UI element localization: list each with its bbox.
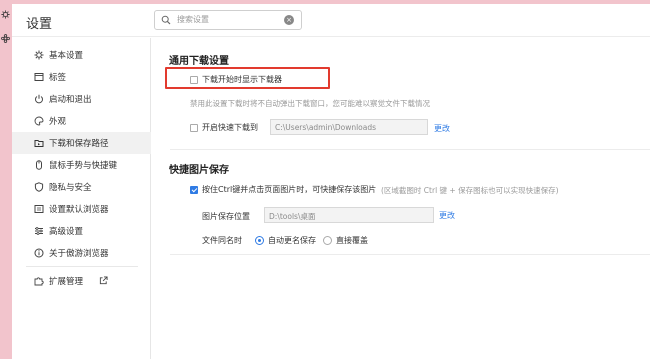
quick-download-change-link[interactable]: 更改 xyxy=(434,123,450,134)
sidebar-item-label: 标签 xyxy=(49,73,67,83)
puzzle-icon xyxy=(34,277,44,286)
image-location-change-link[interactable]: 更改 xyxy=(439,210,455,221)
section-separator xyxy=(170,254,650,255)
download-section-title: 通用下载设置 xyxy=(169,56,229,67)
overwrite-radio[interactable] xyxy=(323,236,332,245)
external-link-icon xyxy=(99,276,108,285)
clear-search-icon[interactable]: × xyxy=(284,15,294,25)
palette-icon xyxy=(34,116,44,126)
info-icon xyxy=(34,248,44,258)
settings-header: 设置 搜索设置 × xyxy=(12,4,650,37)
quick-download-checkbox[interactable] xyxy=(190,124,198,132)
image-location-path-input[interactable]: D:\tools\桌面 xyxy=(264,207,434,223)
ctrl-click-save-checkbox[interactable] xyxy=(190,186,198,194)
sidebar-item-label: 下载和保存路径 xyxy=(49,139,109,149)
ctrl-click-save-hint: (区域截图时 Ctrl 键 + 保存图标也可以实现快速保存) xyxy=(381,186,559,195)
auto-rename-radio[interactable] xyxy=(255,236,264,245)
ctrl-click-save-label[interactable]: 按住Ctrl键并点击页面图片时，可快捷保存该图片 xyxy=(202,184,376,195)
power-icon xyxy=(35,94,43,104)
show-downloader-label[interactable]: 下载开始时显示下载器 xyxy=(202,74,282,85)
sidebar-item-label: 关于傲游浏览器 xyxy=(49,249,109,259)
sidebar-item-label: 扩展管理 xyxy=(49,277,84,287)
sidebar-item-extensions[interactable]: 扩展管理 xyxy=(12,270,151,292)
sidebar-item-appearance[interactable]: 外观 xyxy=(12,110,151,132)
sidebar-item-about-maxthon[interactable]: 关于傲游浏览器 xyxy=(12,242,151,264)
search-input[interactable]: 搜索设置 × xyxy=(154,10,302,30)
shield-icon xyxy=(34,182,44,192)
download-hint-text: 禁用此设置下载时将不自动弹出下载窗口，您可能难以察觉文件下载情况 xyxy=(190,99,430,108)
auto-rename-label[interactable]: 自动更名保存 xyxy=(268,235,316,246)
left-frame-strip xyxy=(0,4,12,359)
overwrite-label[interactable]: 直接覆盖 xyxy=(336,235,368,246)
sliders-icon xyxy=(35,227,43,235)
flower-icon[interactable] xyxy=(1,34,10,43)
quick-download-path-input[interactable]: C:\Users\admin\Downloads xyxy=(270,119,428,135)
gear-icon[interactable] xyxy=(1,10,10,19)
sidebar-item-label: 高级设置 xyxy=(49,227,84,237)
sidebar-item-label: 鼠标手势与快捷键 xyxy=(49,161,118,171)
page-title: 设置 xyxy=(26,17,53,32)
sidebar-item-label: 隐私与安全 xyxy=(49,183,92,193)
sidebar-item-download-paths[interactable]: 下载和保存路径 xyxy=(12,132,151,154)
mouse-icon xyxy=(36,160,42,170)
tab-icon xyxy=(34,73,44,81)
sidebar-divider xyxy=(26,266,138,267)
download-folder-icon xyxy=(34,140,44,147)
browser-icon xyxy=(34,205,44,213)
sidebar-item-label: 外观 xyxy=(49,117,67,127)
sidebar-item-basic-settings[interactable]: 基本设置 xyxy=(12,44,151,66)
sidebar-item-default-browser[interactable]: 设置默认浏览器 xyxy=(12,198,151,220)
sidebar-item-label: 基本设置 xyxy=(49,51,84,61)
sidebar-item-mouse-gestures[interactable]: 鼠标手势与快捷键 xyxy=(12,154,151,176)
settings-content: 通用下载设置 下载开始时显示下载器 禁用此设置下载时将不自动弹出下载窗口，您可能… xyxy=(152,38,650,359)
gear-icon xyxy=(34,50,44,60)
search-placeholder: 搜索设置 xyxy=(177,15,209,24)
sidebar-item-privacy-security[interactable]: 隐私与安全 xyxy=(12,176,151,198)
sidebar-item-tabs[interactable]: 标签 xyxy=(12,66,151,88)
image-save-section-title: 快捷图片保存 xyxy=(169,165,229,176)
search-icon xyxy=(161,15,171,25)
sidebar-item-startup-exit[interactable]: 启动和退出 xyxy=(12,88,151,110)
settings-sidebar: 基本设置 标签 启动和退出 外观 下载和保存路径 鼠标手势与快捷键 隐私与安全 … xyxy=(12,38,151,359)
settings-window: 设置 搜索设置 × 基本设置 标签 启动和退出 外观 下载和保存路径 鼠标手势与… xyxy=(12,4,650,359)
sidebar-item-label: 启动和退出 xyxy=(49,95,92,105)
quick-download-label[interactable]: 开启快速下载到 xyxy=(202,122,258,133)
section-separator xyxy=(170,149,650,150)
sidebar-item-advanced-settings[interactable]: 高级设置 xyxy=(12,220,151,242)
same-name-label: 文件同名时 xyxy=(202,236,242,245)
image-location-label: 图片保存位置 xyxy=(202,212,250,221)
sidebar-item-label: 设置默认浏览器 xyxy=(49,205,109,215)
show-downloader-checkbox[interactable] xyxy=(190,76,198,84)
